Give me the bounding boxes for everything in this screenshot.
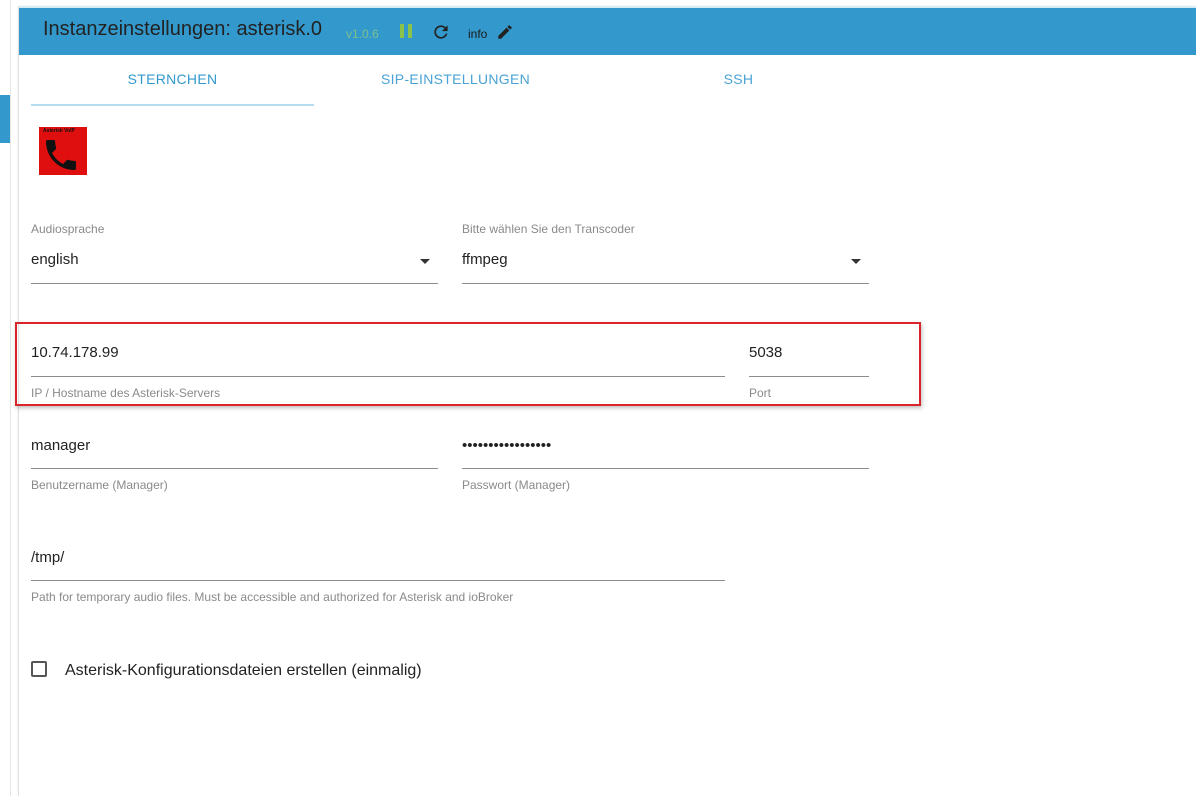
pencil-icon[interactable] bbox=[496, 23, 514, 46]
create-config-checkbox[interactable] bbox=[31, 661, 47, 677]
chevron-down-icon[interactable] bbox=[420, 259, 430, 264]
asterisk-logo: Asterisk VoIP bbox=[39, 127, 87, 175]
chevron-down-icon[interactable] bbox=[851, 259, 861, 264]
tmp-path-input[interactable]: /tmp/ bbox=[31, 549, 64, 566]
tab-bar: STERNCHEN SIP-EINSTELLUNGEN SSH bbox=[31, 66, 881, 106]
server-ip-underline bbox=[31, 376, 725, 377]
username-label: Benutzername (Manager) bbox=[31, 478, 168, 492]
create-config-label[interactable]: Asterisk-Konfigurationsdateien erstellen… bbox=[65, 662, 422, 680]
audio-language-label: Audiosprache bbox=[31, 222, 105, 236]
username-input[interactable]: manager bbox=[31, 437, 90, 454]
password-label: Passwort (Manager) bbox=[462, 478, 571, 492]
password-underline bbox=[462, 468, 869, 469]
sidebar-active-indicator[interactable] bbox=[0, 95, 10, 143]
audio-language-underline bbox=[31, 283, 438, 284]
logo-text: Asterisk VoIP bbox=[43, 128, 75, 134]
info-button[interactable]: info bbox=[468, 27, 487, 41]
tab-sternchen[interactable]: STERNCHEN bbox=[31, 66, 314, 106]
transcoder-select[interactable]: ffmpeg bbox=[462, 251, 508, 268]
audio-language-select[interactable]: english bbox=[31, 251, 79, 268]
password-input[interactable]: ••••••••••••••••• bbox=[462, 437, 551, 454]
tab-sip-einstellungen[interactable]: SIP-EINSTELLUNGEN bbox=[314, 66, 597, 104]
left-sidebar-rail bbox=[0, 0, 11, 796]
tmp-path-label: Path for temporary audio files. Must be … bbox=[31, 590, 514, 604]
page-title: Instanzeinstellungen: asterisk.0 bbox=[43, 18, 323, 40]
instance-settings-panel: Instanzeinstellungen: asterisk.0 v1.0.6 … bbox=[15, 6, 1196, 796]
server-ip-input[interactable]: 10.74.178.99 bbox=[31, 344, 119, 361]
tab-ssh[interactable]: SSH bbox=[597, 66, 880, 104]
panel-header: Instanzeinstellungen: asterisk.0 v1.0.6 … bbox=[19, 6, 1196, 55]
phone-icon bbox=[46, 140, 76, 170]
pause-icon[interactable] bbox=[399, 23, 413, 44]
transcoder-underline bbox=[462, 283, 869, 284]
port-label: Port bbox=[749, 386, 772, 400]
refresh-icon[interactable] bbox=[431, 22, 451, 47]
tmp-path-underline bbox=[31, 580, 725, 581]
port-input[interactable]: 5038 bbox=[749, 344, 782, 361]
transcoder-label: Bitte wählen Sie den Transcoder bbox=[462, 222, 635, 236]
username-underline bbox=[31, 468, 438, 469]
version-label: v1.0.6 bbox=[346, 27, 379, 41]
port-underline bbox=[749, 376, 869, 377]
server-ip-label: IP / Hostname des Asterisk-Servers bbox=[31, 386, 221, 400]
